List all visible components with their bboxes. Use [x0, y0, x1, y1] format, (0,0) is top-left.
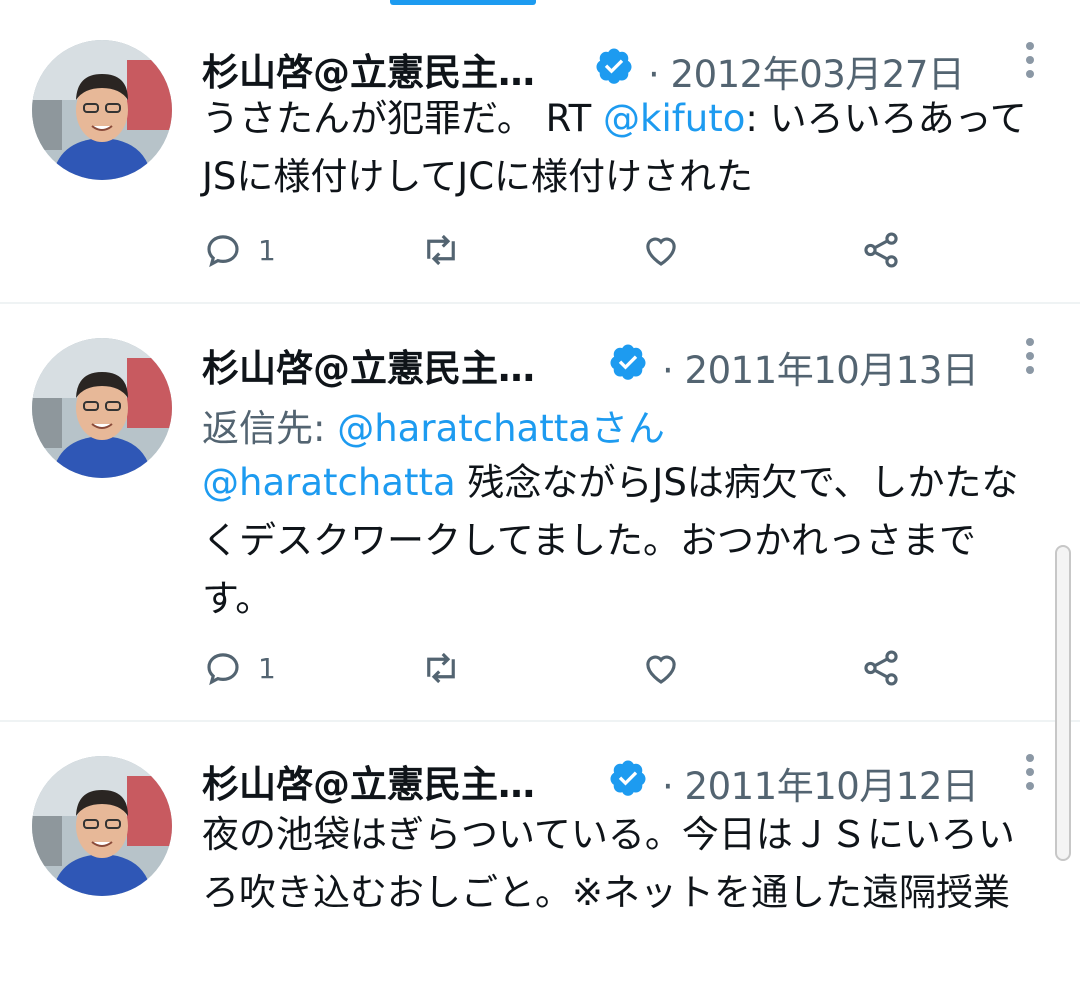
avatar[interactable] — [32, 40, 172, 180]
reply-to-label: 返信先: — [202, 407, 338, 450]
share-button[interactable] — [860, 646, 902, 690]
author-name[interactable]: 杉山啓@立憲民主… — [202, 754, 535, 808]
mention-link[interactable]: @kifuto — [603, 97, 745, 140]
like-button[interactable] — [640, 646, 682, 690]
like-icon — [646, 237, 676, 266]
avatar[interactable] — [32, 338, 172, 478]
more-options-icon[interactable] — [1024, 338, 1036, 378]
scrollbar[interactable] — [1055, 545, 1071, 861]
avatar-photo — [32, 338, 172, 478]
share-icon — [864, 232, 898, 268]
more-options-icon[interactable] — [1024, 42, 1036, 82]
tweet-header: 杉山啓@立憲民主… · 2011年10月12日 — [202, 754, 1052, 810]
avatar-photo — [32, 40, 172, 180]
reply-icon — [207, 653, 239, 686]
tweet-date[interactable]: · 2011年10月12日 — [662, 756, 979, 810]
retweet-icon — [427, 234, 455, 266]
tweet-text: 夜の池袋はぎらついている。今日はＪＳにいろいろ吹き込むおしごと。※ネットを通した… — [202, 806, 1032, 922]
tweet-text-part: うさたんが犯罪だ。 RT — [202, 97, 604, 140]
reply-icon — [207, 235, 239, 268]
tweet-text: うさたんが犯罪だ。 RT @kifuto: いろいろあってJSに様付けしてJCに… — [202, 90, 1032, 206]
share-button[interactable] — [860, 228, 902, 272]
verified-badge-icon — [610, 760, 646, 796]
like-button[interactable] — [640, 228, 682, 272]
reply-count: 1 — [258, 233, 276, 267]
divider — [0, 302, 1080, 304]
active-tab-indicator — [390, 0, 536, 5]
reply-count: 1 — [258, 651, 276, 685]
like-icon — [646, 655, 676, 684]
reply-button[interactable]: 1 — [202, 646, 276, 690]
more-options-icon[interactable] — [1024, 754, 1036, 794]
avatar-photo — [32, 756, 172, 896]
verified-badge-icon — [596, 48, 632, 84]
tweet-actions: 1 — [202, 228, 922, 278]
mention-link[interactable]: @haratchatta — [202, 461, 456, 504]
tweet-header: 杉山啓@立憲民主… · 2011年10月13日 — [202, 338, 1052, 394]
tweet-text: @haratchatta 残念ながらJSは病欠で、しかたなくデスクワークしてまし… — [202, 454, 1032, 628]
author-name[interactable]: 杉山啓@立憲民主… — [202, 42, 535, 96]
verified-badge-icon — [610, 344, 646, 380]
date-text: 2011年10月13日 — [684, 349, 979, 392]
avatar[interactable] — [32, 756, 172, 896]
tweet-text-part: 夜の池袋はぎらついている。今日はＪＳにいろいろ吹き込むおしごと。※ネットを通した… — [202, 813, 1015, 914]
tweet-date[interactable]: · 2011年10月13日 — [662, 340, 979, 394]
reply-to-line: 返信先: @haratchattaさん — [202, 398, 665, 452]
date-text: 2011年10月12日 — [684, 765, 979, 808]
reply-to-handle[interactable]: @haratchattaさん — [337, 407, 665, 450]
tweet-actions: 1 — [202, 646, 922, 696]
retweet-button[interactable] — [420, 228, 462, 272]
share-icon — [864, 650, 898, 686]
reply-button[interactable]: 1 — [202, 228, 276, 272]
author-name[interactable]: 杉山啓@立憲民主… — [202, 338, 535, 392]
retweet-icon — [427, 652, 455, 684]
retweet-button[interactable] — [420, 646, 462, 690]
divider — [0, 720, 1080, 722]
